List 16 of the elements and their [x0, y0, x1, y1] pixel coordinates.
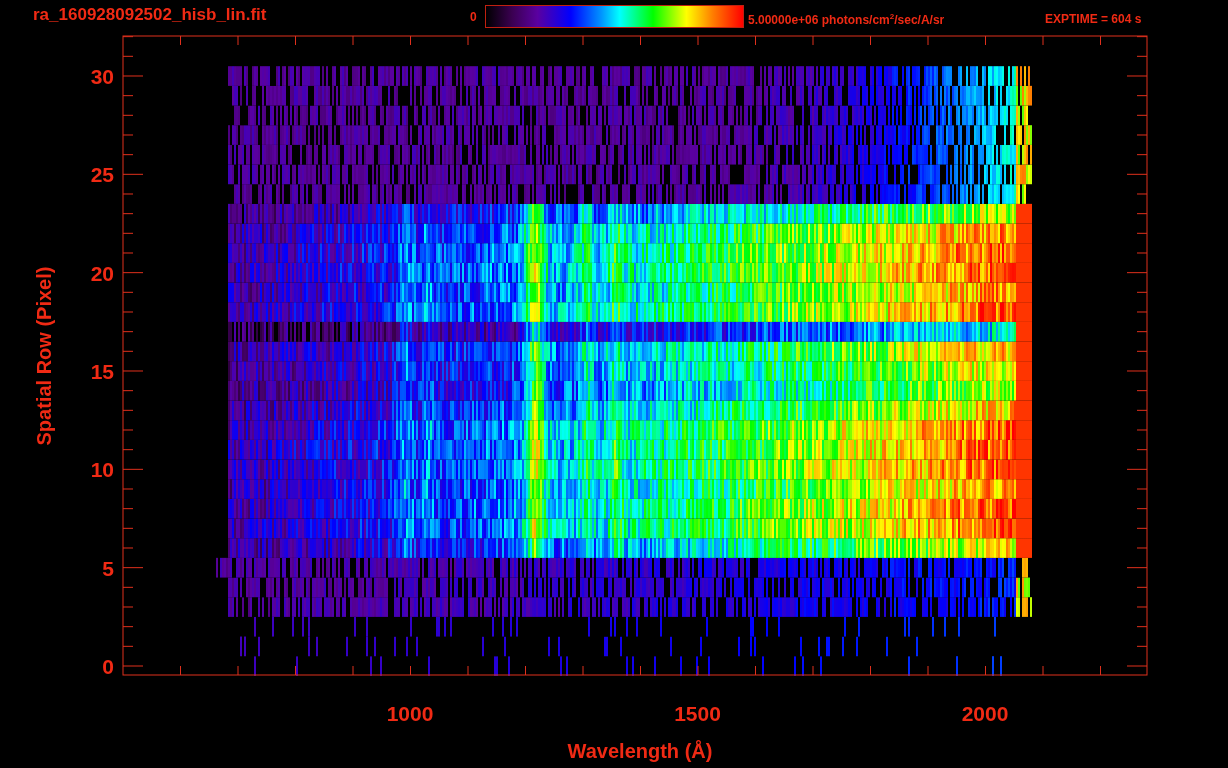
x-tick-label: 2000: [961, 702, 1009, 725]
y-tick-label: 0: [102, 655, 114, 678]
x-tick-label: 1500: [674, 702, 721, 725]
x-axis-title: Wavelength (Å): [567, 740, 713, 762]
colorbar-min-label: 0: [470, 10, 477, 24]
colorbar-max-label: 5.00000e+06 photons/cm$^{2}$/sec/A/sr: [748, 12, 945, 27]
file-title: ra_160928092502_hisb_lin.fit: [33, 5, 267, 25]
exposure-time: EXPTIME = 604 s: [1045, 12, 1142, 26]
y-tick-label: 15: [90, 360, 114, 383]
y-tick-label: 20: [90, 261, 114, 285]
y-axis-title: Spatial Row (Pixel): [33, 266, 55, 446]
y-tick-label: 25: [90, 163, 114, 187]
y-tick-label: 5: [102, 556, 114, 580]
y-tick-label: 30: [90, 65, 114, 88]
y-tick-label: 10: [90, 458, 114, 482]
x-tick-label: 1000: [386, 702, 434, 725]
